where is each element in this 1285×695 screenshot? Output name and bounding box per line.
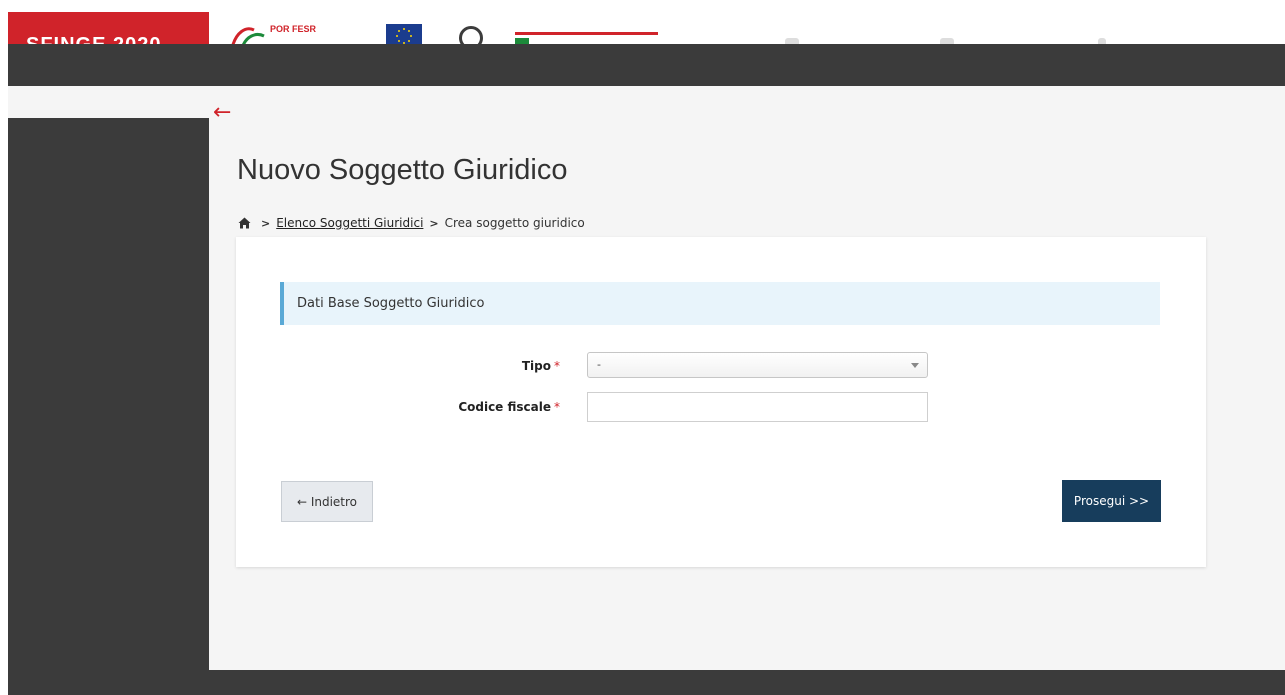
sfinge-logo[interactable]: SFINGE 2020 <box>8 12 209 44</box>
breadcrumb-separator: > <box>429 216 439 230</box>
tipo-label: Tipo * <box>521 359 560 373</box>
section-header: Dati Base Soggetto Giuridico <box>280 282 1160 325</box>
eu-flag-icon <box>386 24 422 44</box>
chevron-down-icon <box>911 363 919 368</box>
back-button[interactable]: ← Indietro <box>281 481 373 522</box>
por-fesr-swoosh-icon <box>231 27 265 44</box>
tipo-select[interactable]: - <box>587 352 928 378</box>
italian-emblem-icon <box>459 26 483 44</box>
tipo-select-value: - <box>597 358 601 371</box>
page-title: Nuovo Soggetto Giuridico <box>237 154 568 186</box>
codice-fiscale-label: Codice fiscale * <box>458 400 560 414</box>
footer <box>8 670 1285 695</box>
tipo-row: Tipo * - <box>236 351 1206 381</box>
logo-strip: SFINGE 2020 POR FESR <box>0 0 1285 44</box>
next-button[interactable]: Prosegui >> <box>1062 480 1161 522</box>
region-logo <box>515 32 658 44</box>
section-title: Dati Base Soggetto Giuridico <box>297 296 485 311</box>
breadcrumb-separator: > <box>261 216 271 230</box>
top-navbar <box>8 44 1285 86</box>
breadcrumb-link-elenco-soggetti[interactable]: Elenco Soggetti Giuridici <box>276 216 423 230</box>
brand-text: SFINGE 2020 <box>26 34 162 44</box>
codice-fiscale-input[interactable] <box>587 392 928 422</box>
breadcrumb: > Elenco Soggetti Giuridici > Crea sogge… <box>238 214 585 232</box>
main-content: ← Nuovo Soggetto Giuridico > Elenco Sogg… <box>8 86 1285 670</box>
required-mark: * <box>554 359 560 373</box>
home-icon[interactable] <box>238 217 251 229</box>
sidebar <box>8 118 209 670</box>
back-arrow-icon[interactable]: ← <box>213 102 231 124</box>
breadcrumb-current: Crea soggetto giuridico <box>444 216 585 230</box>
form-card: Dati Base Soggetto Giuridico Tipo * - Cod… <box>236 237 1206 567</box>
codice-fiscale-row: Codice fiscale * <box>236 392 1206 422</box>
por-fesr-logo-text: POR FESR <box>270 24 317 34</box>
required-mark: * <box>554 400 560 414</box>
